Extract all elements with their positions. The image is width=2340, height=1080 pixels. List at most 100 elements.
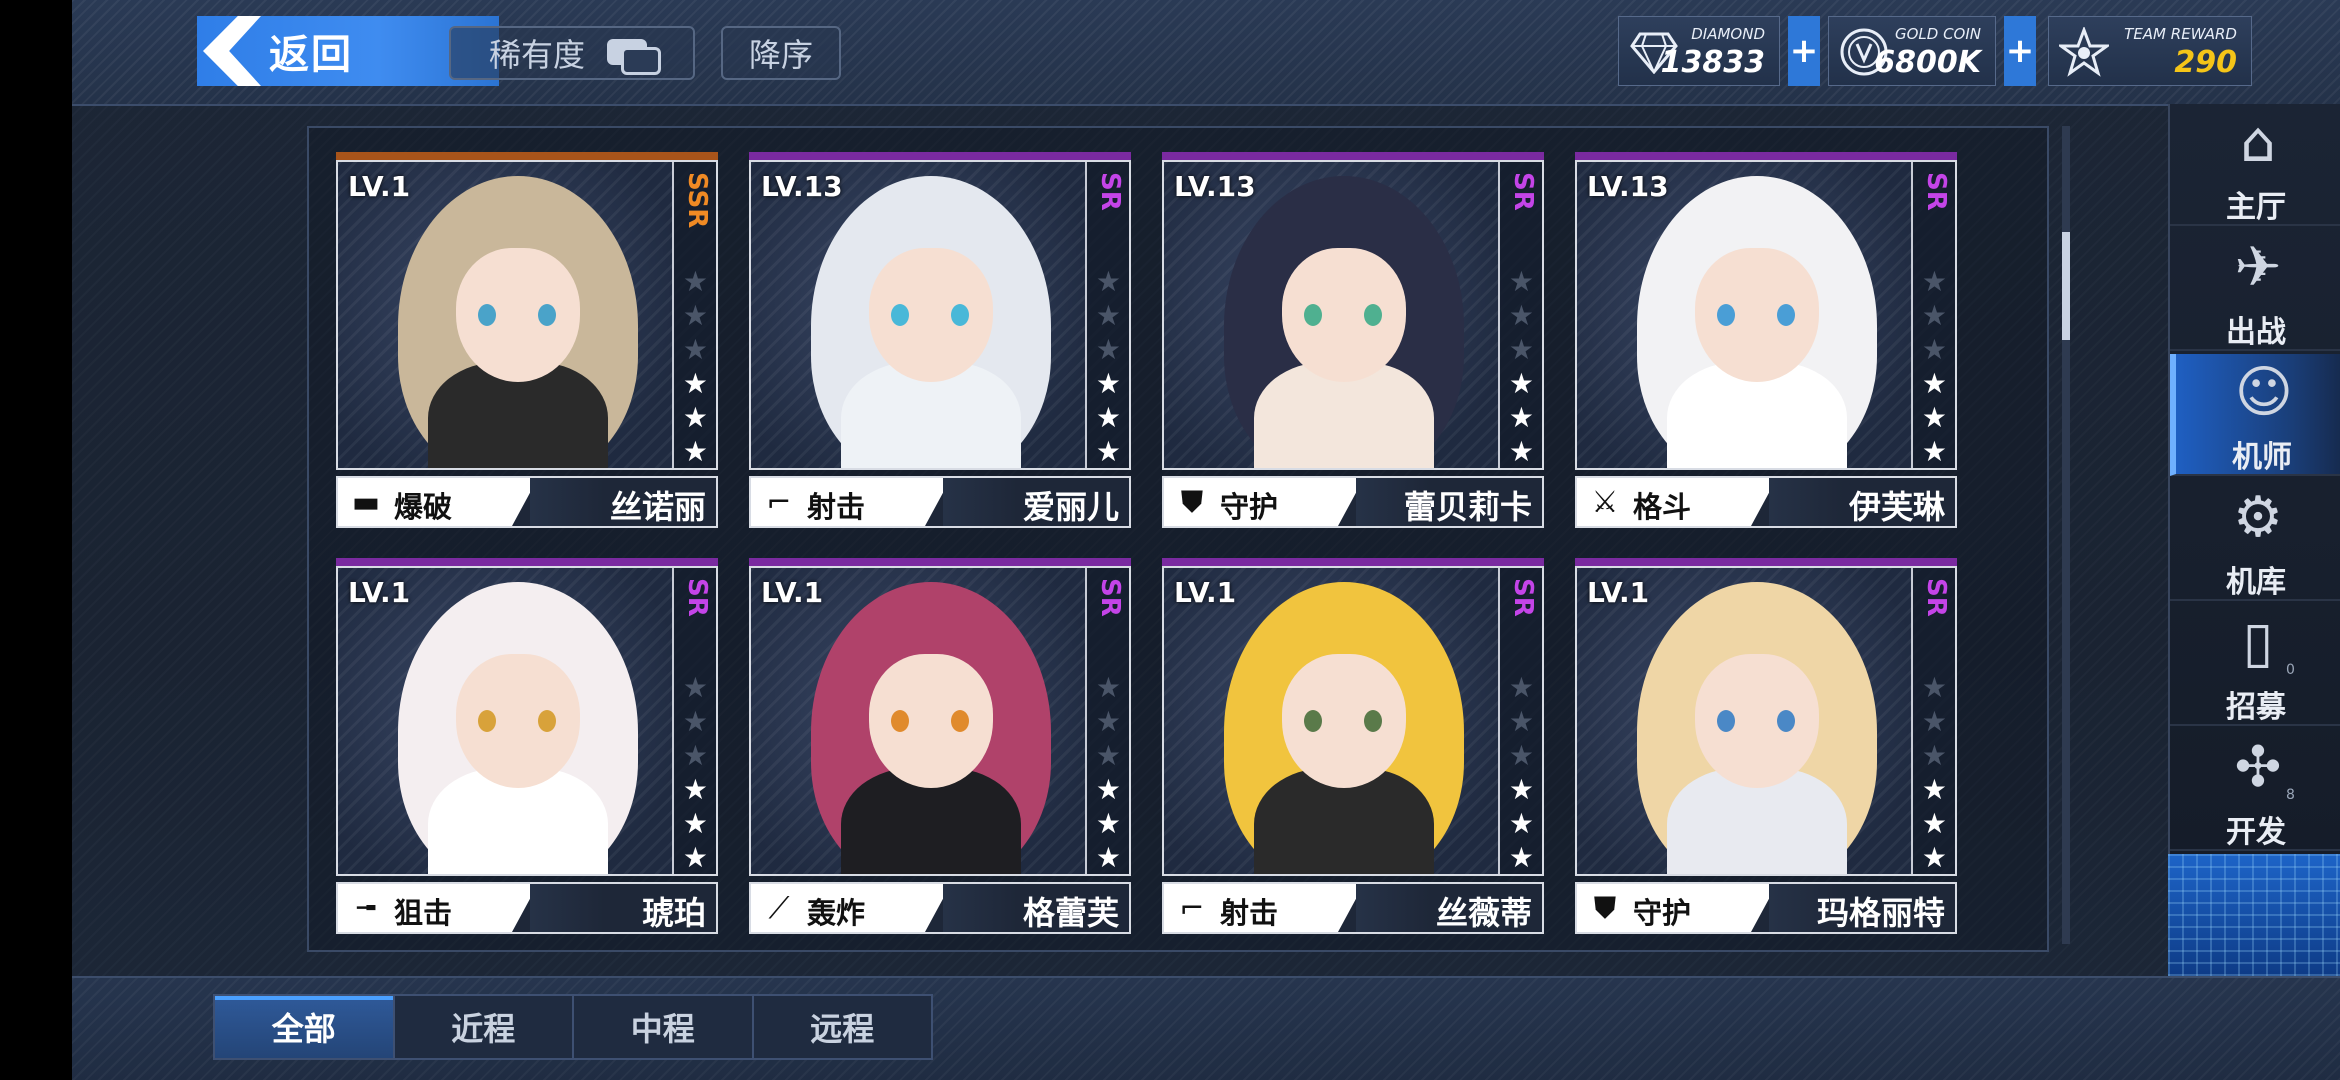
- sortie-icon: ✈: [2234, 235, 2282, 300]
- pilot-card[interactable]: LV.1 SR ★ ★ ★ ★ ★ ★ ⟋ 轰炸 格蕾芙: [749, 558, 1131, 936]
- portrait-eye: [478, 710, 496, 732]
- rarity-badge: SR: [1095, 578, 1125, 617]
- shield-icon: ⛊: [1180, 484, 1204, 520]
- star-empty-icon: ★: [1921, 705, 1947, 738]
- portrait-face: [1282, 248, 1406, 382]
- pilot-card[interactable]: LV.13 SR ★ ★ ★ ★ ★ ★ ⌐ 射击 爱丽儿: [749, 152, 1131, 530]
- pilot-card[interactable]: LV.1 SR ★ ★ ★ ★ ★ ★ ╼ 狙击 琥珀: [336, 558, 718, 936]
- pilot-card[interactable]: LV.13 SR ★ ★ ★ ★ ★ ★ ⛊ 守护 蕾贝莉卡: [1162, 152, 1544, 530]
- portrait-eye: [538, 710, 556, 732]
- range-tab[interactable]: 远程: [754, 996, 932, 1058]
- nav-item[interactable]: ✣ 8 开发: [2170, 729, 2340, 851]
- nav-item[interactable]: ⌂ 主厅: [2170, 104, 2340, 226]
- pilot-name: 丝薇蒂: [1435, 894, 1532, 932]
- star-empty-icon: ★: [1095, 265, 1121, 298]
- range-tab[interactable]: 中程: [574, 996, 754, 1058]
- pilot-info-bar: ▬ 爆破 丝诺丽: [336, 476, 718, 528]
- scrollbar-thumb[interactable]: [2062, 232, 2070, 340]
- gold-coin-name: GOLD COIN: [1894, 25, 1981, 43]
- star-filled-icon: ★: [1921, 841, 1947, 874]
- pilot-card[interactable]: LV.1 SSR ★ ★ ★ ★ ★ ★ ▬ 爆破 丝诺丽: [336, 152, 718, 530]
- pilot-info-bar: ⟋ 轰炸 格蕾芙: [749, 882, 1131, 934]
- nav-badge: 0: [2286, 662, 2295, 678]
- nav-label: 招募: [2226, 690, 2286, 725]
- star-filled-icon: ★: [682, 807, 708, 840]
- portrait-eye: [1777, 710, 1795, 732]
- nav-item[interactable]: ▯ 0 招募: [2170, 604, 2340, 726]
- rarity-column: SR ★ ★ ★ ★ ★ ★: [1085, 162, 1129, 468]
- pilot-card[interactable]: LV.1 SR ★ ★ ★ ★ ★ ★ ⌐ 射击 丝薇蒂: [1162, 558, 1544, 936]
- pilot-info-bar: ⌐ 射击 丝薇蒂: [1162, 882, 1544, 934]
- star-filled-icon: ★: [1095, 773, 1121, 806]
- shield-icon: ⛊: [1593, 890, 1617, 926]
- star-filled-icon: ★: [1095, 435, 1121, 468]
- star-empty-icon: ★: [1508, 671, 1534, 704]
- star-empty-icon: ★: [1921, 739, 1947, 772]
- rarity-badge: SR: [1508, 578, 1538, 617]
- portrait-face: [456, 654, 580, 788]
- portrait-eye: [1364, 710, 1382, 732]
- pilot-portrait: LV.1 SR ★ ★ ★ ★ ★ ★: [336, 566, 718, 876]
- pilot-card[interactable]: LV.1 SR ★ ★ ★ ★ ★ ★ ⛊ 守护 玛格丽特: [1575, 558, 1957, 936]
- range-tab[interactable]: 全部: [215, 996, 395, 1058]
- pilot-role: 爆破: [394, 490, 453, 524]
- portrait-eye: [951, 710, 969, 732]
- team-reward-name: TEAM REWARD: [2124, 25, 2237, 43]
- rarity-column: SR ★ ★ ★ ★ ★ ★: [1498, 568, 1542, 874]
- star-empty-icon: ★: [682, 265, 708, 298]
- star-empty-icon: ★: [1095, 333, 1121, 366]
- pilot-portrait: LV.1 SR ★ ★ ★ ★ ★ ★: [1162, 566, 1544, 876]
- portrait-face: [456, 248, 580, 382]
- pilot-card[interactable]: LV.13 SR ★ ★ ★ ★ ★ ★ ⚔ 格斗 伊芙琳: [1575, 152, 1957, 530]
- hangar-icon: ⚙: [2232, 485, 2284, 550]
- star-empty-icon: ★: [1921, 265, 1947, 298]
- star-empty-icon: ★: [1508, 333, 1534, 366]
- star-empty-icon: ★: [1508, 265, 1534, 298]
- pilot-role: 狙击: [394, 896, 453, 930]
- diamond-name: DIAMOND: [1691, 25, 1765, 43]
- star-emblem-icon: [2057, 25, 2111, 79]
- portrait-face: [869, 248, 993, 382]
- star-empty-icon: ★: [1508, 705, 1534, 738]
- pilot-info-bar: ⛊ 守护 玛格丽特: [1575, 882, 1957, 934]
- add-diamond-button[interactable]: +: [1788, 16, 1820, 86]
- game-screen: 返回 稀有度 降序 DIAMOND 13833 + GOLD COIN 6800…: [72, 0, 2340, 1080]
- nav-item[interactable]: ⚙ 机库: [2170, 479, 2340, 601]
- pilot-name: 玛格丽特: [1816, 894, 1945, 932]
- portrait-face: [1282, 654, 1406, 788]
- pilot-level: LV.1: [761, 576, 824, 609]
- star-filled-icon: ★: [1508, 435, 1534, 468]
- pilot-role: 射击: [1220, 896, 1279, 930]
- star-filled-icon: ★: [1921, 401, 1947, 434]
- portrait-eye: [891, 304, 909, 326]
- sort-order-button[interactable]: 降序: [721, 26, 841, 80]
- nav-item[interactable]: ☺ 机师: [2170, 354, 2340, 476]
- sort-rarity-button[interactable]: 稀有度: [449, 26, 695, 80]
- base-map-thumbnail[interactable]: [2168, 854, 2340, 976]
- bottom-bar: 全部 近程 中程 远程: [72, 976, 2340, 1080]
- nav-label: 开发: [2226, 815, 2286, 850]
- pilot-name: 伊芙琳: [1848, 488, 1945, 526]
- portrait-eye: [1304, 710, 1322, 732]
- add-gold-button[interactable]: +: [2004, 16, 2036, 86]
- star-filled-icon: ★: [1921, 807, 1947, 840]
- pilot-role: 轰炸: [807, 896, 866, 930]
- star-empty-icon: ★: [682, 671, 708, 704]
- star-filled-icon: ★: [682, 773, 708, 806]
- rarity-column: SR ★ ★ ★ ★ ★ ★: [672, 568, 716, 874]
- pilot-info-bar: ⚔ 格斗 伊芙琳: [1575, 476, 1957, 528]
- rarity-badge: SR: [1921, 172, 1951, 211]
- pilot-level: LV.13: [1174, 170, 1256, 203]
- pilot-name: 丝诺丽: [609, 488, 706, 526]
- pilot-level: LV.1: [348, 576, 411, 609]
- nav-item[interactable]: ✈ 出战: [2170, 229, 2340, 351]
- star-filled-icon: ★: [1095, 401, 1121, 434]
- pilot-role: 格斗: [1633, 490, 1692, 524]
- rarity-column: SR ★ ★ ★ ★ ★ ★: [1911, 568, 1955, 874]
- star-empty-icon: ★: [682, 333, 708, 366]
- star-empty-icon: ★: [1921, 333, 1947, 366]
- nav-label: 机师: [2232, 440, 2292, 475]
- range-tab[interactable]: 近程: [395, 996, 574, 1058]
- pilot-level: LV.1: [1174, 576, 1237, 609]
- rarity-badge: SR: [1508, 172, 1538, 211]
